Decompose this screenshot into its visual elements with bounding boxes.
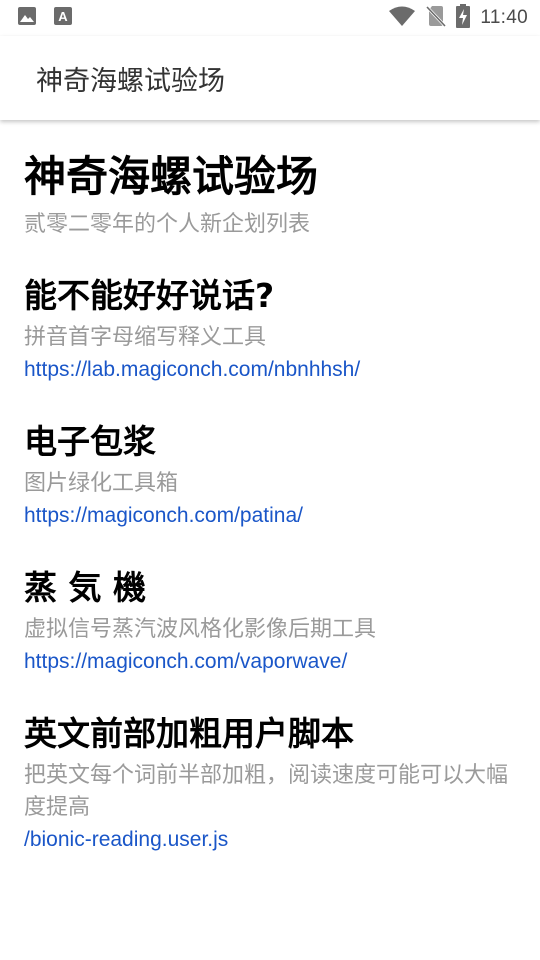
status-time: 11:40 bbox=[480, 7, 528, 28]
item-link[interactable]: /bionic-reading.user.js bbox=[24, 824, 516, 856]
list-item: 蒸 気 機 虚拟信号蒸汽波风格化影像后期工具 https://magiconch… bbox=[24, 566, 516, 678]
font-icon: A bbox=[52, 5, 74, 31]
item-link[interactable]: https://lab.magiconch.com/nbnhhsh/ bbox=[24, 354, 516, 386]
app-bar-title: 神奇海螺试验场 bbox=[36, 65, 225, 97]
page-content: 神奇海螺试验场 贰零二零年的个人新企划列表 能不能好好说话? 拼音首字母缩写释义… bbox=[0, 120, 540, 856]
svg-text:A: A bbox=[58, 9, 68, 24]
item-description: 把英文每个词前半部加粗，阅读速度可能可以大幅度提高 bbox=[24, 763, 509, 820]
battery-charging-icon bbox=[456, 4, 471, 32]
item-title: 能不能好好说话? bbox=[24, 276, 275, 315]
item-title: 电子包浆 bbox=[24, 422, 156, 461]
item-title: 英文前部加粗用户脚本 bbox=[24, 714, 354, 753]
item-link[interactable]: https://magiconch.com/patina/ bbox=[24, 500, 516, 532]
item-link[interactable]: https://magiconch.com/vaporwave/ bbox=[24, 646, 516, 678]
item-description: 虚拟信号蒸汽波风格化影像后期工具 bbox=[24, 617, 377, 642]
item-description: 图片绿化工具箱 bbox=[24, 471, 179, 496]
page-subtitle: 贰零二零年的个人新企划列表 bbox=[24, 212, 311, 237]
list-item: 电子包浆 图片绿化工具箱 https://magiconch.com/patin… bbox=[24, 420, 516, 532]
page-title: 神奇海螺试验场 bbox=[24, 152, 319, 201]
wifi-icon bbox=[388, 5, 416, 31]
item-title: 蒸 気 機 bbox=[24, 568, 146, 607]
status-bar: A 11:40 bbox=[0, 0, 540, 36]
app-bar: 神奇海螺试验场 bbox=[0, 36, 540, 120]
no-sim-icon bbox=[426, 4, 447, 32]
item-description: 拼音首字母缩写释义工具 bbox=[24, 325, 267, 350]
image-icon bbox=[16, 5, 38, 31]
list-item: 英文前部加粗用户脚本 把英文每个词前半部加粗，阅读速度可能可以大幅度提高 /bi… bbox=[24, 712, 516, 856]
list-item: 能不能好好说话? 拼音首字母缩写释义工具 https://lab.magicon… bbox=[24, 274, 516, 386]
